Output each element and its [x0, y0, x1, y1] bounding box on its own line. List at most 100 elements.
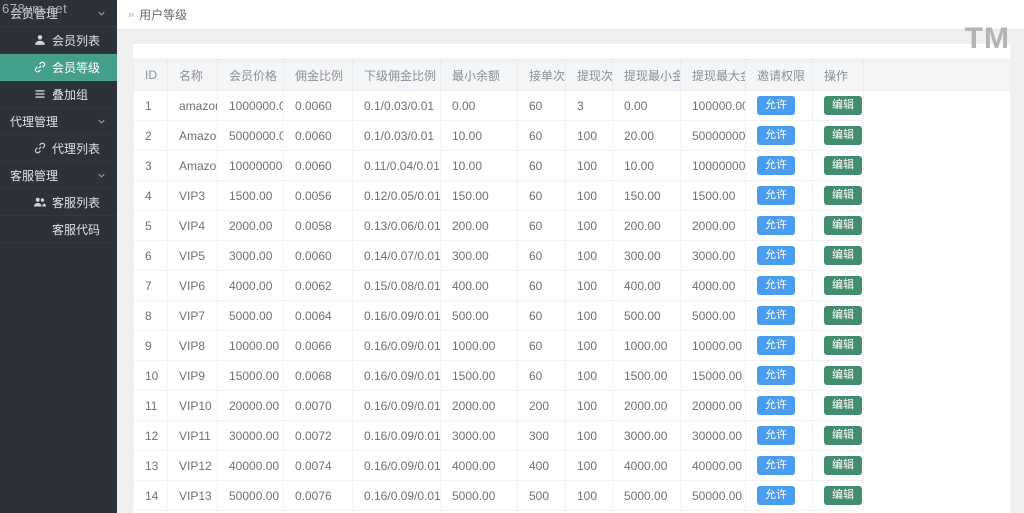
table-cell: amazon [167, 90, 218, 121]
allow-button[interactable]: 允许 [757, 336, 795, 355]
filler-cell [864, 331, 1011, 361]
table-cell: 0.15/0.08/0.01 [352, 270, 441, 301]
sidebar-item-stack-group[interactable]: 叠加组 [0, 81, 117, 108]
table-cell: 60 [517, 180, 566, 211]
edit-button[interactable]: 编辑 [824, 426, 862, 445]
table-cell: 11 [133, 390, 168, 421]
allow-button[interactable]: 允许 [757, 426, 795, 445]
edit-button[interactable]: 编辑 [824, 366, 862, 385]
edit-button[interactable]: 编辑 [824, 246, 862, 265]
allow-button[interactable]: 允许 [757, 276, 795, 295]
edit-button[interactable]: 编辑 [824, 156, 862, 175]
table-cell: 0.1/0.03/0.01 [352, 120, 441, 151]
allow-button[interactable]: 允许 [757, 456, 795, 475]
allow-button[interactable]: 允许 [757, 216, 795, 235]
table-cell: 2000.00 [612, 390, 681, 421]
link-icon [32, 61, 47, 73]
breadcrumb: 用户等级 [139, 8, 188, 22]
table-cell: 0.0066 [283, 330, 353, 361]
table-cell: 1000.00 [440, 330, 518, 361]
filler-cell [864, 391, 1011, 421]
table-cell: 100000000.... [680, 150, 746, 181]
tm-watermark: TM [964, 22, 1010, 55]
table-cell: 50000.00 [680, 480, 746, 511]
table-cell: 100 [565, 330, 613, 361]
edit-button[interactable]: 编辑 [824, 456, 862, 475]
list-icon [32, 88, 47, 100]
edit-button[interactable]: 编辑 [824, 186, 862, 205]
edit-button[interactable]: 编辑 [824, 306, 862, 325]
table-cell: 0.0062 [283, 270, 353, 301]
table-cell: 10.00 [612, 150, 681, 181]
filler-cell [864, 481, 1011, 511]
table-cell: 3000.00 [217, 240, 284, 271]
allow-button[interactable]: 允许 [757, 96, 795, 115]
allow-button[interactable]: 允许 [757, 246, 795, 265]
table-cell: 300.00 [612, 240, 681, 271]
sidebar-item-member-list[interactable]: 会员列表 [0, 27, 117, 54]
edit-button[interactable]: 编辑 [824, 276, 862, 295]
allow-button[interactable]: 允许 [757, 126, 795, 145]
table-cell: 14 [133, 480, 168, 511]
table-cell: VIP11 [167, 420, 218, 451]
allow-button[interactable]: 允许 [757, 186, 795, 205]
allow-button[interactable]: 允许 [757, 156, 795, 175]
edit-button[interactable]: 编辑 [824, 396, 862, 415]
filler-cell [864, 121, 1011, 151]
table-cell: 10.00 [440, 150, 518, 181]
column-header: 邀请权限 [745, 59, 813, 91]
invite-permission-cell: 允许 [745, 300, 813, 331]
sidebar-section-agent-management[interactable]: 代理管理 [0, 108, 117, 135]
table-cell: 0.16/0.09/0.01 [352, 450, 441, 481]
sidebar-item-service-list[interactable]: 客服列表 [0, 189, 117, 216]
allow-button[interactable]: 允许 [757, 306, 795, 325]
allow-button[interactable]: 允许 [757, 396, 795, 415]
table-cell: 40000.00 [217, 450, 284, 481]
edit-button[interactable]: 编辑 [824, 216, 862, 235]
table-cell: 0.11/0.04/0.01 [352, 150, 441, 181]
table-cell: 0.0060 [283, 120, 353, 151]
table-cell: 1500.00 [680, 180, 746, 211]
table-cell: 50000.00 [217, 480, 284, 511]
table-cell: 500.00 [612, 300, 681, 331]
action-cell: 编辑 [812, 480, 864, 511]
table-cell: 0.0060 [283, 150, 353, 181]
allow-button[interactable]: 允许 [757, 366, 795, 385]
invite-permission-cell: 允许 [745, 90, 813, 121]
table-cell: 300.00 [440, 240, 518, 271]
table-cell: 150.00 [440, 180, 518, 211]
table-cell: 100 [565, 360, 613, 391]
allow-button[interactable]: 允许 [757, 486, 795, 505]
table-cell: 0.0074 [283, 450, 353, 481]
column-header: 会员价格 [217, 59, 284, 91]
chevron-down-icon [96, 8, 107, 19]
sidebar-item-member-level[interactable]: 会员等级 [0, 54, 117, 81]
table-row: 6 VIP5 3000.00 0.0060 0.14/0.07/0.01 300.00 60… [133, 240, 1011, 271]
table-cell: 60 [517, 360, 566, 391]
table-cell: 100 [565, 180, 613, 211]
table-cell: VIP5 [167, 240, 218, 271]
edit-button[interactable]: 编辑 [824, 336, 862, 355]
edit-button[interactable]: 编辑 [824, 126, 862, 145]
invite-permission-cell: 允许 [745, 360, 813, 391]
sidebar-section-label: 客服管理 [10, 168, 59, 183]
action-cell: 编辑 [812, 330, 864, 361]
sidebar: 会员管理 会员列表 会员等级 叠加组 代理管理 代理列表 客服管理 客服列表 客服代码 [0, 0, 117, 513]
invite-permission-cell: 允许 [745, 450, 813, 481]
edit-button[interactable]: 编辑 [824, 96, 862, 115]
invite-permission-cell: 允许 [745, 270, 813, 301]
table-cell: 200.00 [612, 210, 681, 241]
chevron-down-icon [96, 170, 107, 181]
edit-button[interactable]: 编辑 [824, 486, 862, 505]
table-cell: 3 [133, 150, 168, 181]
sidebar-item-service-code[interactable]: 客服代码 [0, 216, 117, 243]
action-cell: 编辑 [812, 390, 864, 421]
sidebar-section-service-management[interactable]: 客服管理 [0, 162, 117, 189]
table-cell: 100 [565, 270, 613, 301]
sidebar-item-agent-list[interactable]: 代理列表 [0, 135, 117, 162]
table-cell: 500.00 [440, 300, 518, 331]
column-header: 佣金比例 [283, 59, 353, 91]
table-cell: 4000.00 [612, 450, 681, 481]
table-cell: 0.16/0.09/0.01 [352, 360, 441, 391]
invite-permission-cell: 允许 [745, 150, 813, 181]
